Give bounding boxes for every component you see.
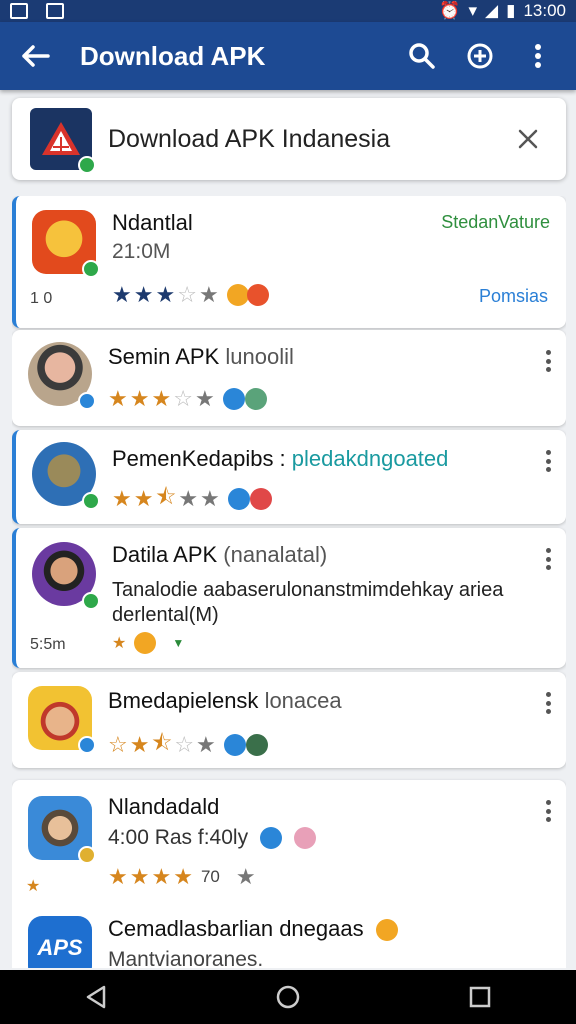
more-options-button[interactable] [546,800,552,822]
close-icon [518,129,538,149]
chat-icon [259,827,282,850]
search-bar[interactable]: Download APK Indanesia [12,98,566,180]
verified-badge-icon [78,846,96,864]
search-button[interactable] [402,36,442,76]
app-name: Semin APK lunoolil [108,344,294,369]
more-options-button[interactable] [546,692,552,714]
add-circle-icon [467,43,493,69]
verified-badge-icon [78,392,96,410]
app-bar: Download APK [0,22,576,90]
page-title: Download APK [80,40,266,71]
recents-square-icon [469,986,491,1008]
verified-badge-icon [82,492,100,510]
app-icon [32,210,100,278]
list-item[interactable]: Ndantlal StedanVature 21:0M 1 0 ★ ★ ★ ☆ ★ Po… [12,196,566,328]
list-item[interactable]: Semin APK lunoolil ★ ★ ★ ☆ ★ [12,330,566,426]
list-item[interactable]: Bmedapielensk lonacea ☆ ★ ⯪ ☆ ★ [12,672,566,768]
arrow-left-icon [22,45,50,67]
more-options-button[interactable] [546,548,552,570]
rating-value: 70 [200,867,220,886]
status-bar: ⏰ ▾ ◢ ▮ 13:00 [0,0,576,22]
apk-logo [30,108,96,174]
side-count: 1 0 [30,290,53,307]
app-name: Bmedapielensk lonacea [108,688,342,713]
emoji-icon [293,827,316,850]
signal-icon: ◢ [485,1,499,20]
more-options-button[interactable] [546,450,552,472]
notification-icon [10,3,28,19]
landscape-icon [244,388,267,410]
rating-stars: ☆ ★ ⯪ ☆ ★ [108,726,268,764]
search-input[interactable]: Download APK Indanesia [92,125,508,154]
app-list: Ndantlal StedanVature 21:0M 1 0 ★ ★ ★ ☆ ★ Po… [12,196,566,968]
rating-stars: ★ ▼ [112,632,184,654]
star-mini-icon: ★ [26,878,41,895]
app-size: 5:5m [30,636,66,653]
list-item[interactable]: Datila APK (nanalatal) Tanalodie aabaser… [12,528,566,668]
clear-search-button[interactable] [508,119,548,159]
nav-back-button[interactable] [76,977,116,1017]
chat-icon [227,488,250,510]
clock: 13:00 [523,1,566,20]
app-name: Ndantlal [112,210,193,235]
verified-badge-icon [82,260,100,278]
emoji-icon [249,488,272,510]
image-notification-icon [46,3,64,19]
dropdown-icon: ▼ [172,636,185,650]
back-button[interactable] [0,36,70,76]
chat-icon [222,388,245,410]
app-icon [28,796,96,864]
app-meta: 4:00 Ras f:40ly [108,826,316,850]
triangle-logo-icon [42,122,80,155]
app-icon [32,542,100,610]
app-name: Datila APK (nanalatal) [112,542,328,567]
app-description: Tanalodie aabaserulonanstmimdehkay ariea… [112,579,504,626]
verified-badge-icon [78,736,96,754]
app-name: Cemadlasbarlian dnegaas [108,916,398,942]
rating-stars: ★ ★ ★ ☆ ★ [108,386,267,412]
list-item[interactable]: PemenKedapibs : pledakdngoated ★ ★ ⯪ ★ ★ [12,430,566,524]
emoji-icon [226,284,249,306]
app-size: 21:0M [112,240,171,263]
rating-stars: ★ ★ ★ ★ 70 ★ [108,864,256,889]
system-nav-bar [0,970,576,1024]
wifi-icon: ▾ [468,1,478,20]
search-icon [409,43,435,69]
rating-stars: ★ ★ ⯪ ★ ★ [112,480,272,518]
nav-recents-button[interactable] [460,977,500,1017]
app-icon [28,686,96,754]
alarm-icon: ⏰ [439,1,461,20]
app-name: PemenKedapibs : pledakdngoated [112,446,449,471]
app-name: Nlandadald [108,794,220,819]
app-icon [32,442,100,510]
overflow-menu-button[interactable] [518,36,558,76]
emoji-icon [246,284,269,306]
aps-logo-icon: APS [28,916,92,968]
verified-badge-icon [78,156,96,174]
nav-home-button[interactable] [268,977,308,1017]
home-circle-icon [276,985,300,1009]
item-action-link[interactable]: Pomsias [479,286,548,307]
app-subtitle: Mantvianoranes. [108,948,264,968]
emoji-icon [134,632,157,654]
developer-link[interactable]: StedanVature [441,212,550,233]
emoji-icon [375,919,398,942]
rating-stars: ★ ★ ★ ☆ ★ [112,282,269,308]
more-options-button[interactable] [546,350,552,372]
list-item[interactable]: Nlandadald 4:00 Ras f:40ly ★ ★ ★ ★ ★ 70 ★ A… [12,780,566,968]
add-button[interactable] [460,36,500,76]
app-icon [28,342,96,410]
app-icon: APS [28,916,92,968]
landscape-icon [245,734,268,756]
back-triangle-icon [86,985,106,1009]
verified-badge-icon [82,592,100,610]
chat-icon [223,734,246,756]
more-vert-icon [535,44,541,68]
battery-icon: ▮ [506,1,516,20]
